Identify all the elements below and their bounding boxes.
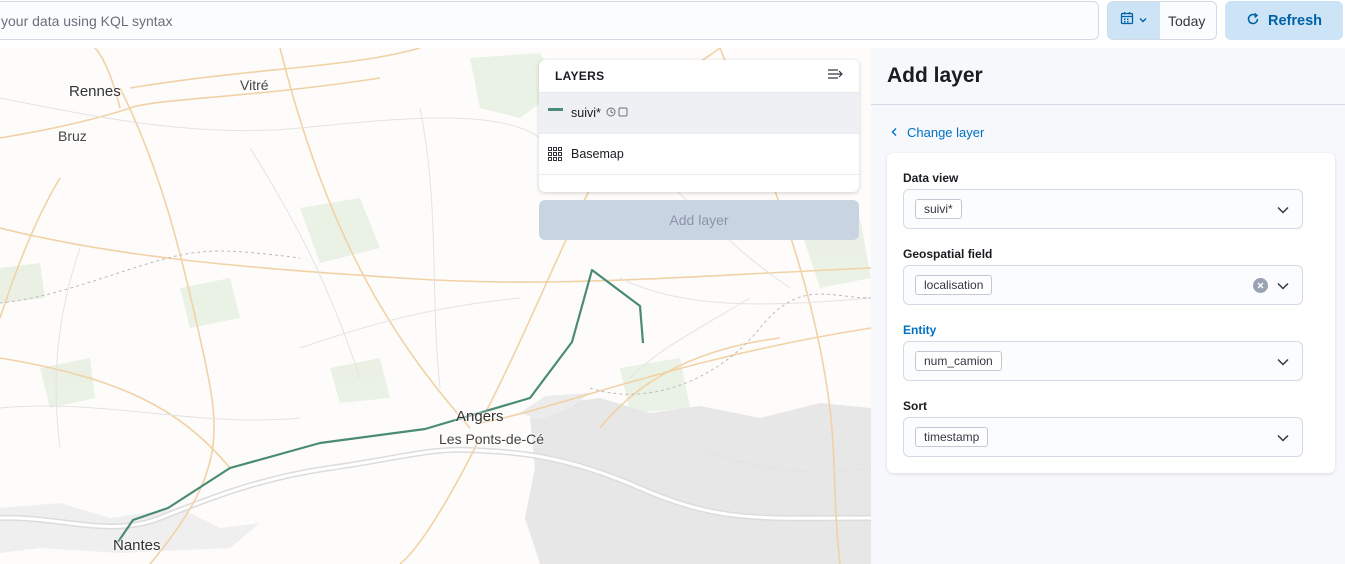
divider: [871, 104, 1345, 105]
city-label: Les Ponts-de-Cé: [439, 431, 545, 447]
city-label: Rennes: [69, 83, 121, 100]
layer-row-basemap[interactable]: Basemap: [539, 134, 859, 175]
line-swatch-icon: [548, 107, 563, 111]
geospatial-field-label: Geospatial field: [903, 247, 993, 261]
calendar-icon: [1120, 11, 1134, 30]
kql-placeholder: your data using KQL syntax: [1, 13, 173, 29]
date-picker: Today: [1107, 1, 1217, 40]
grid-icon: [548, 147, 562, 161]
chevron-down-icon: [1276, 431, 1290, 450]
add-layer-flyout: Add layer Change layer Data view suivi* …: [871, 48, 1345, 564]
entity-value: num_camion: [915, 351, 1002, 371]
collapse-panel-icon[interactable]: [827, 67, 843, 85]
date-range-label[interactable]: Today: [1168, 13, 1205, 29]
clear-icon[interactable]: [1253, 278, 1268, 293]
city-label: Nantes: [113, 537, 161, 554]
data-view-label: Data view: [903, 171, 959, 185]
change-layer-link[interactable]: Change layer: [890, 125, 984, 140]
sort-label: Sort: [903, 399, 927, 413]
layer-name: suivi*: [571, 106, 601, 120]
data-view-select[interactable]: suivi*: [903, 189, 1303, 229]
entity-select[interactable]: num_camion: [903, 341, 1303, 381]
clock-icon: [606, 106, 616, 120]
sort-select[interactable]: timestamp: [903, 417, 1303, 457]
flyout-title: Add layer: [887, 64, 983, 87]
layers-panel: LAYERS suivi* Basemap: [539, 60, 859, 192]
city-label: Vitré: [240, 77, 269, 93]
chevron-down-icon: [1138, 12, 1148, 30]
layer-row-suivi[interactable]: suivi*: [539, 93, 859, 134]
refresh-label: Refresh: [1268, 12, 1322, 29]
chevron-down-icon: [1276, 203, 1290, 222]
refresh-icon: [1246, 12, 1260, 30]
query-bar: your data using KQL syntax Today Refresh: [0, 0, 1345, 46]
layers-header: LAYERS: [539, 60, 859, 93]
layers-title: LAYERS: [555, 69, 605, 83]
kql-search-input[interactable]: your data using KQL syntax: [0, 1, 1099, 40]
filter-box-icon: [618, 106, 628, 120]
change-layer-label: Change layer: [907, 125, 985, 140]
layer-form: Data view suivi* Geospatial field locali…: [887, 153, 1335, 473]
sort-value: timestamp: [915, 427, 989, 447]
chevron-left-icon: [890, 125, 898, 140]
layer-name: Basemap: [571, 147, 624, 161]
chevron-down-icon: [1276, 355, 1290, 374]
quick-menu-button[interactable]: [1108, 2, 1160, 39]
data-view-value: suivi*: [915, 199, 962, 219]
geospatial-field-select[interactable]: localisation: [903, 265, 1303, 305]
add-layer-button[interactable]: Add layer: [539, 200, 859, 240]
geospatial-field-value: localisation: [915, 275, 993, 295]
city-label: Angers: [456, 408, 504, 425]
city-label: Bruz: [58, 128, 87, 144]
layer-status-icons: [606, 106, 628, 120]
chevron-down-icon: [1276, 279, 1290, 298]
entity-label: Entity: [903, 323, 937, 337]
refresh-button[interactable]: Refresh: [1225, 1, 1343, 40]
